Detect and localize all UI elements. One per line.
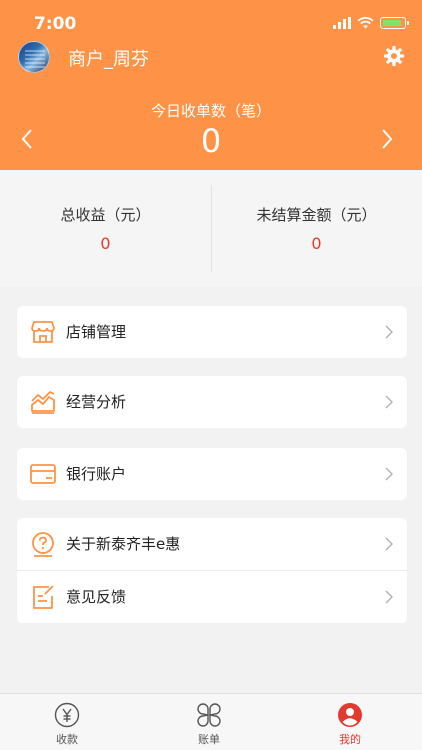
tab-bar: 收款 账单 我的 — [0, 693, 422, 750]
chevron-right-icon — [385, 467, 393, 481]
avatar[interactable] — [18, 41, 50, 73]
chart-trend-icon — [31, 391, 55, 414]
tab-collect[interactable]: 收款 — [0, 694, 137, 750]
profile-header: 7:00 商户_周芬 今日收单数（笔） 0 — [0, 0, 422, 170]
user-name: 商户_周芬 — [68, 49, 149, 70]
store-icon — [31, 321, 55, 343]
feedback-edit-icon — [33, 585, 54, 609]
tab-collect-label: 收款 — [56, 733, 78, 746]
total-income-label: 总收益（元） — [60, 206, 151, 224]
chevron-right-icon — [385, 395, 393, 409]
total-income: 总收益（元） 0 — [0, 170, 211, 287]
daily-count-title: 今日收单数（笔） — [150, 102, 271, 120]
gear-icon[interactable] — [383, 45, 405, 67]
status-icons — [333, 17, 409, 29]
chevron-left-icon[interactable] — [18, 126, 36, 152]
help-icon — [32, 532, 54, 557]
total-income-value: 0 — [100, 234, 111, 253]
user-icon — [338, 703, 362, 727]
tab-bills-label: 账单 — [198, 733, 220, 746]
menu-item-bank[interactable]: 银行账户 — [17, 448, 407, 500]
unsettled-amount: 未结算金额（元） 0 — [211, 170, 422, 287]
store-card: 店铺管理 — [17, 306, 407, 358]
wifi-icon — [357, 17, 374, 29]
menu-item-bank-label: 银行账户 — [66, 465, 127, 483]
chevron-right-icon[interactable] — [378, 126, 396, 152]
menu-item-about-label: 关于新泰齐丰e惠 — [66, 535, 181, 553]
unsettled-label: 未结算金额（元） — [256, 206, 377, 224]
tab-mine-label: 我的 — [339, 733, 361, 746]
income-summary: 总收益（元） 0 未结算金额（元） 0 — [0, 170, 422, 287]
status-bar: 7:00 — [0, 0, 422, 44]
tab-mine[interactable]: 我的 — [280, 694, 420, 750]
daily-count-value: 0 — [200, 122, 222, 160]
bank-card-icon — [30, 464, 56, 484]
about-feedback-card: 关于新泰齐丰e惠 意见反馈 — [17, 518, 407, 623]
menu-item-feedback[interactable]: 意见反馈 — [17, 571, 407, 623]
chevron-right-icon — [385, 590, 393, 604]
unsettled-value: 0 — [311, 234, 322, 253]
menu-item-analysis[interactable]: 经营分析 — [17, 376, 407, 428]
menu-item-store-label: 店铺管理 — [66, 323, 127, 341]
menu-item-analysis-label: 经营分析 — [66, 393, 127, 411]
clover-icon — [197, 703, 221, 727]
status-time: 7:00 — [34, 14, 77, 34]
signal-icon — [333, 17, 351, 29]
yuan-icon — [54, 702, 80, 728]
battery-icon — [380, 17, 409, 29]
menu-item-store[interactable]: 店铺管理 — [17, 306, 407, 358]
chevron-right-icon — [385, 325, 393, 339]
analysis-card: 经营分析 — [17, 376, 407, 428]
tab-bills[interactable]: 账单 — [139, 694, 279, 750]
chevron-right-icon — [385, 537, 393, 551]
menu-item-about[interactable]: 关于新泰齐丰e惠 — [17, 518, 407, 570]
bank-card: 银行账户 — [17, 448, 407, 500]
menu-item-feedback-label: 意见反馈 — [66, 588, 127, 606]
